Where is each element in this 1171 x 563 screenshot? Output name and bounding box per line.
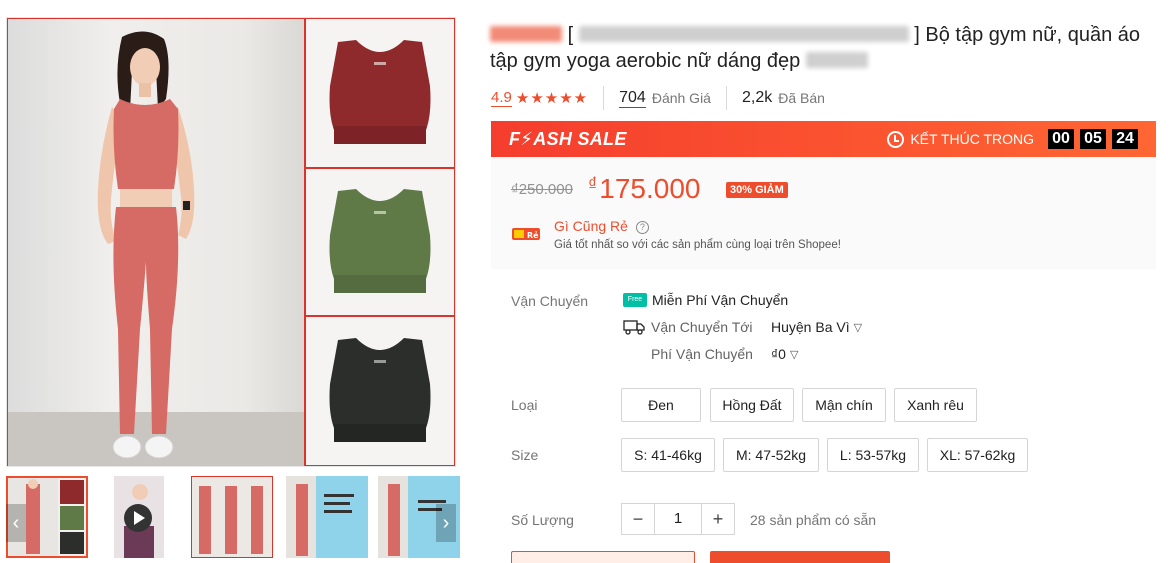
sold-count: 2,2k [741,89,773,106]
truck-icon [623,320,645,335]
chevron-down-icon[interactable]: ▽ [790,348,798,361]
currency-symbol: ₫ [588,174,598,194]
cheap-badge-description: Giá tốt nhất so với các sản phẩm cùng lo… [554,239,841,251]
star-icon: ★ [544,90,559,107]
model-photo [7,18,305,466]
star-icon: ★ [515,90,530,107]
cheap-badge-title-text: Gì Cũng Rẻ [554,218,628,234]
star-icon: ★ [530,90,544,107]
green-sports-bra [329,189,431,293]
shipping-label: Vận Chuyển [511,293,589,309]
rating-row: 4.9 ★ ★ ★ ★ ★ 704 Đánh Giá 2,2k Đã Bán [491,86,825,110]
title-bracket-open: [ [567,24,574,46]
thumbnail-4-image [286,476,368,558]
current-price: ₫175.000 [588,173,700,205]
quantity-stepper: − 1 + [621,503,735,535]
quantity-input[interactable]: 1 [654,504,702,534]
title-bracket-close: ] [914,24,920,46]
quantity-decrease-button[interactable]: − [622,504,654,534]
flash-sale-bar: F⚡ASH SALE KẾT THÚC TRONG 00 05 24 [491,121,1156,157]
wall-shadow [244,19,304,466]
thumbnail-4[interactable] [286,476,368,558]
original-price: ₫250.000 [511,181,573,198]
free-shipping-line: Free Miễn Phí Vận Chuyển [623,292,788,308]
divider [725,86,727,110]
ends-label: KẾT THÚC TRONG [910,131,1034,147]
quantity-label: Số Lượng [511,512,574,528]
size-option-l[interactable]: L: 53-57kg [827,438,919,472]
thumbnail-video[interactable] [114,476,164,558]
type-option-plum[interactable]: Mận chín [802,388,886,422]
shipping-fee-label: Phí Vận Chuyển [651,346,753,362]
timer-seconds: 24 [1112,129,1138,149]
star-icon: ★ [573,90,588,107]
stock-available: 28 sản phẩm có sẵn [750,512,877,528]
buy-now-button[interactable] [710,551,890,563]
flash-sale-logo: F⚡ASH SALE [509,128,627,149]
price-box: ₫250.000 ₫175.000 30% GIẢM Rẻ Gì Cũng Rẻ… [491,157,1156,269]
size-option-s[interactable]: S: 41-46kg [621,438,715,472]
thumbnail-3[interactable] [191,476,273,558]
panel-green-top [305,168,455,316]
reviews-count[interactable]: 704 [619,89,646,108]
rating-stars: ★ ★ ★ ★ ★ [516,89,588,107]
ship-to-value[interactable]: Huyện Ba Vì [771,319,850,335]
size-option-m[interactable]: M: 47-52kg [723,438,819,472]
cheap-badge-title[interactable]: Gì Cũng Rẻ? [554,218,649,234]
chevron-down-icon[interactable]: ▽ [854,321,862,334]
title-blurred-text [578,26,909,42]
thumbnail-strip: ‹ › [6,476,460,560]
clock-icon [887,130,905,148]
red-sports-bra [329,40,431,144]
sold-label: Đã Bán [778,90,825,106]
panel-black-top [305,316,455,466]
cheap-logo-text: Rẻ [527,230,539,240]
product-title: [ ] Bộ tập gym nữ, quần áo tập gym yoga … [490,22,1150,74]
type-label: Loại [511,397,538,413]
reviews-label: Đánh Giá [651,90,711,106]
timer-hours: 00 [1048,129,1074,149]
current-price-value: 175.000 [599,173,701,204]
divider [603,86,605,110]
discount-badge: 30% GIẢM [726,182,788,198]
star-icon: ★ [559,90,573,107]
free-shipping-icon: Free [623,293,647,307]
main-product-image[interactable] [6,17,456,467]
title-blurred-badge [490,26,562,42]
ship-to-line: Vận Chuyển Tới Huyện Ba Vì ▽ [623,319,862,335]
type-option-moss-green[interactable]: Xanh rêu [894,388,977,422]
shipping-fee-line: Phí Vận Chuyển ₫0 ▽ [651,346,798,362]
panel-red-top [305,18,455,168]
gallery-prev-arrow[interactable]: ‹ [6,504,26,542]
flash-sale-countdown: KẾT THÚC TRONG 00 05 24 [887,129,1138,149]
type-option-earth-pink[interactable]: Hồng Đất [710,388,794,422]
video-thumbnail-image [124,484,154,558]
black-sports-bra [329,338,431,442]
size-option-xl[interactable]: XL: 57-62kg [927,438,1028,472]
ship-to-label: Vận Chuyển Tới [651,319,753,335]
timer-minutes: 05 [1080,129,1106,149]
free-shipping-text: Miễn Phí Vận Chuyển [652,292,789,308]
rating-score[interactable]: 4.9 [491,89,512,107]
gallery-next-arrow[interactable]: › [436,504,456,542]
size-label: Size [511,447,539,463]
question-icon[interactable]: ? [635,221,649,234]
type-option-black[interactable]: Đen [621,388,701,422]
title-blurred-suffix [805,52,868,68]
quantity-increase-button[interactable]: + [702,504,734,534]
model-figure [97,31,195,459]
add-to-cart-button[interactable] [511,551,695,563]
thumbnail-3-image [191,476,273,558]
cheap-logo-icon: Rẻ [512,228,540,240]
shipping-fee-value[interactable]: ₫0 [771,346,786,362]
